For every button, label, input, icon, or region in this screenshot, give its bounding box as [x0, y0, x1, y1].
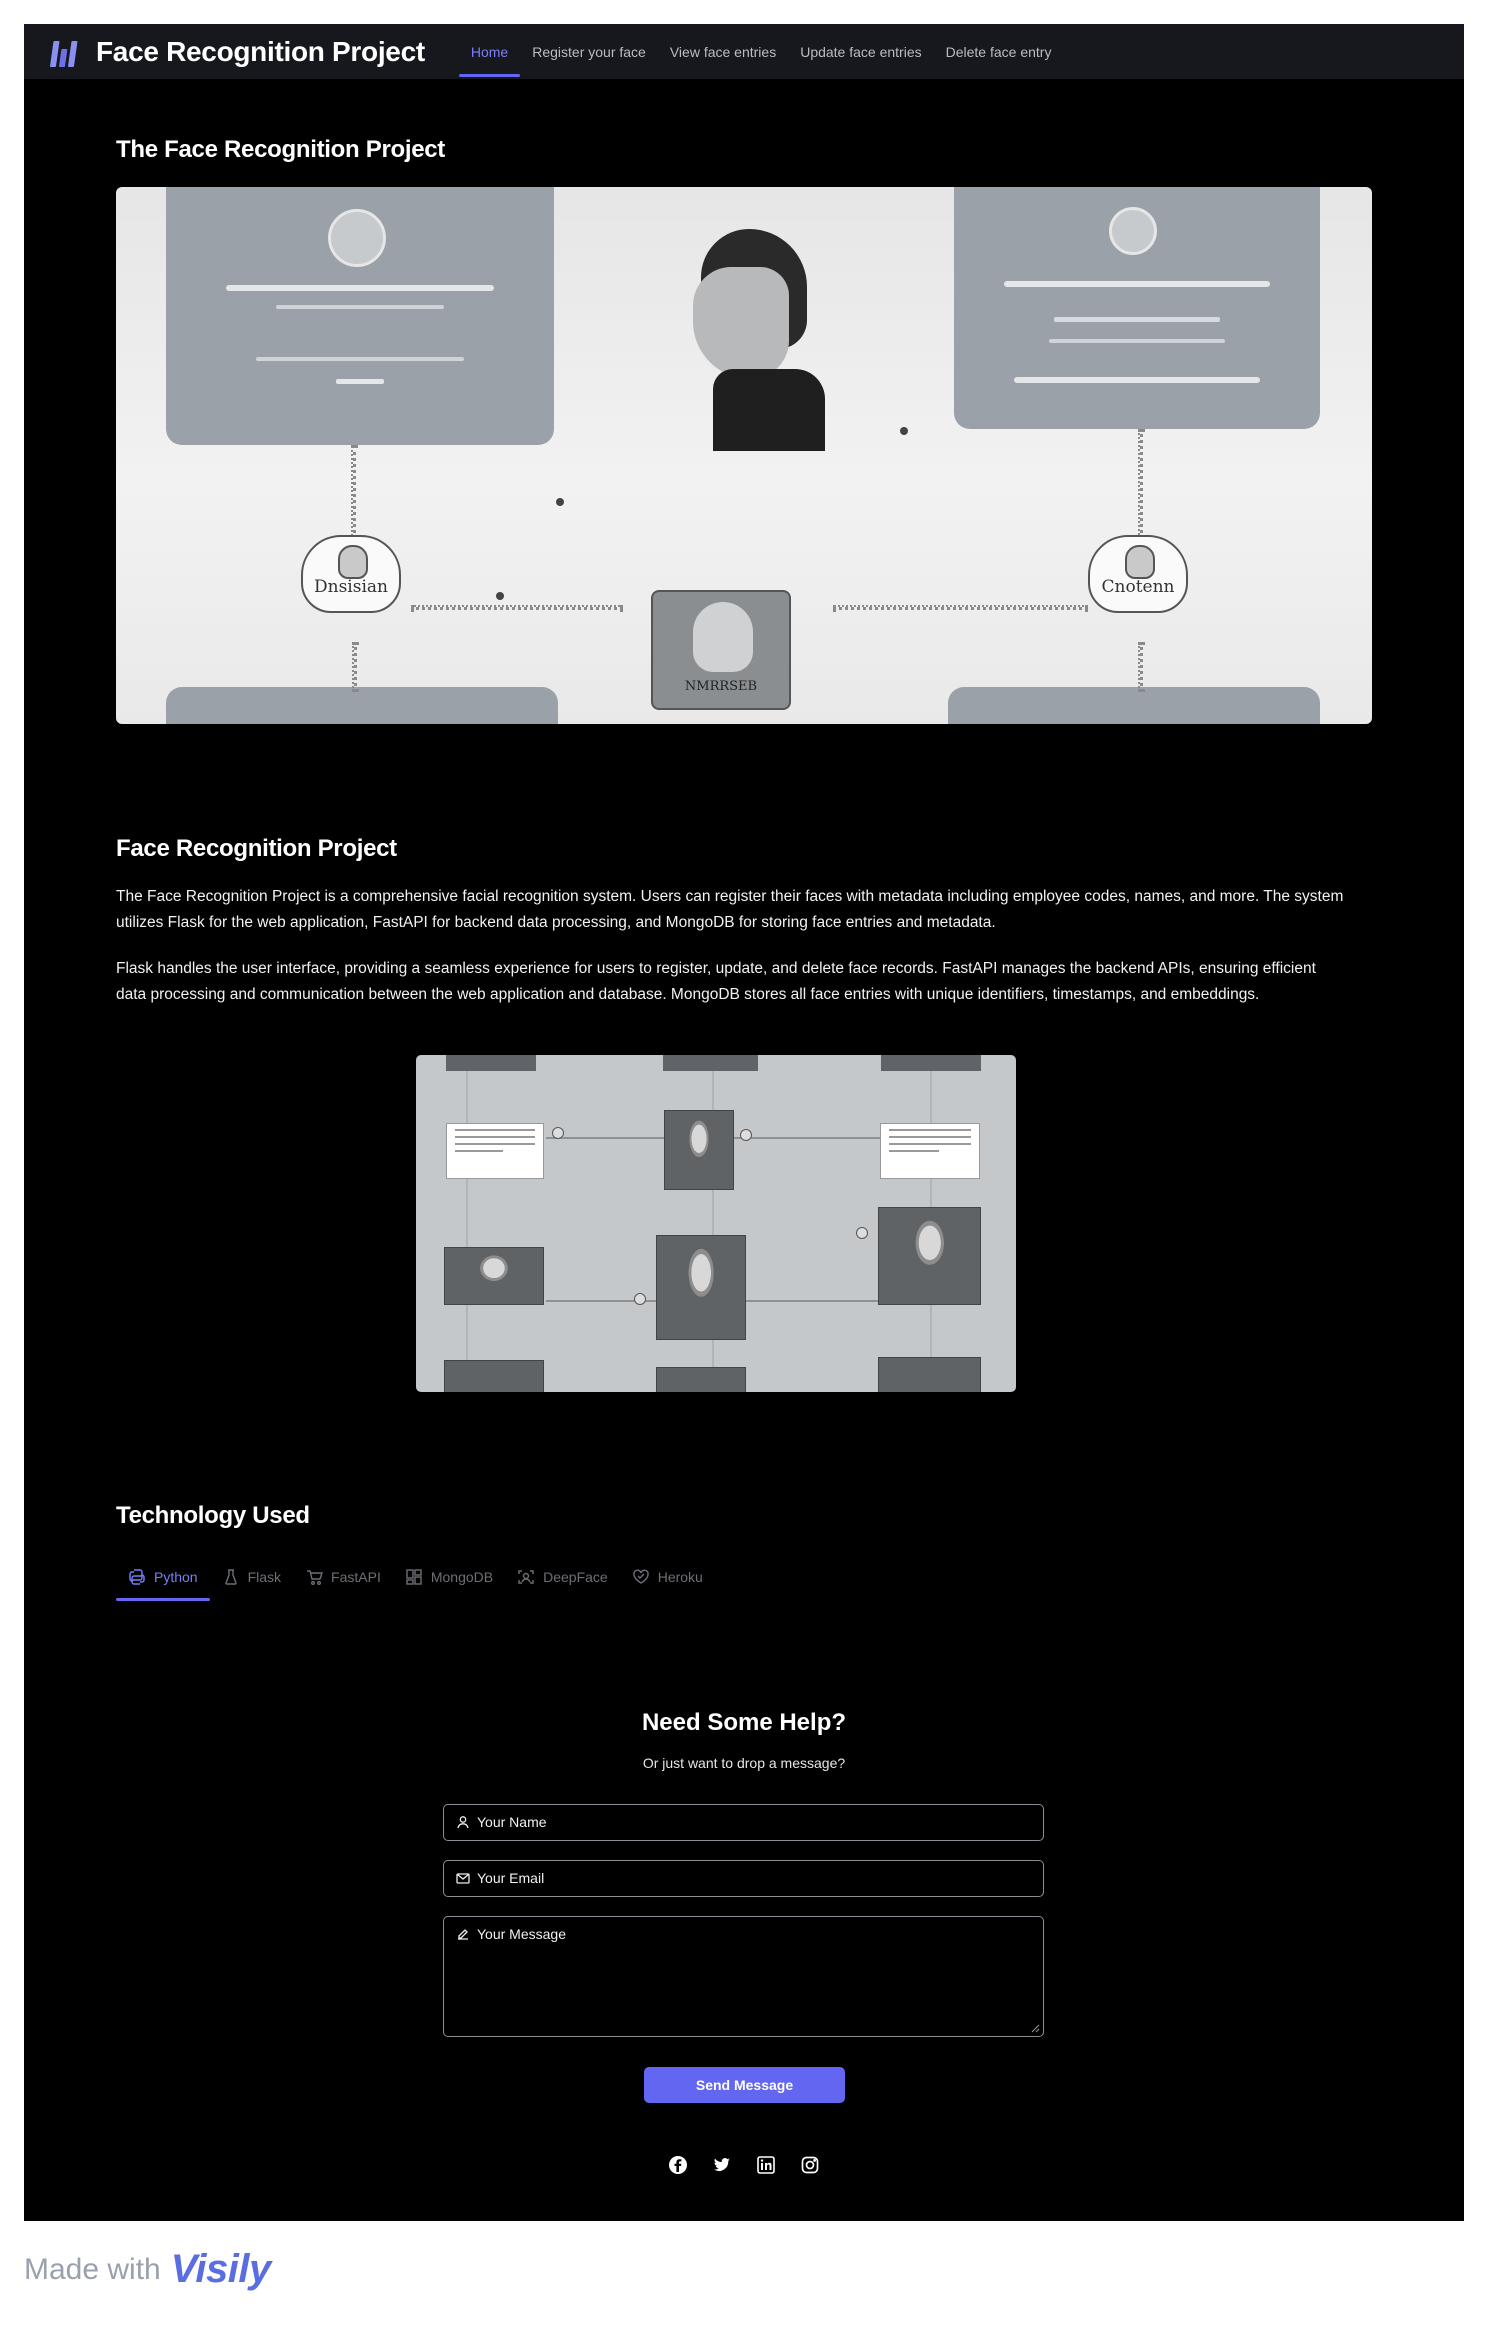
tech-title: Technology Used: [116, 1502, 310, 1529]
hero-card-right: [954, 187, 1320, 429]
message-placeholder: Your Message: [477, 1926, 566, 1942]
nav-link-view[interactable]: View face entries: [658, 24, 788, 79]
mongodb-icon: [405, 1568, 423, 1586]
name-placeholder: Your Name: [477, 1814, 547, 1830]
nav-link-register[interactable]: Register your face: [520, 24, 658, 79]
resize-handle-icon[interactable]: [1031, 2024, 1040, 2033]
portrait-illustration: [673, 229, 833, 451]
hero-node-left: Dnsisian: [301, 535, 401, 613]
python-icon: [128, 1568, 146, 1586]
message-field[interactable]: Your Message: [443, 1916, 1044, 2037]
hero-card-left: [166, 187, 554, 445]
deepface-icon: [517, 1568, 535, 1586]
email-placeholder: Your Email: [477, 1870, 545, 1886]
facebook-icon[interactable]: [668, 2155, 688, 2175]
top-navbar: Face Recognition Project Home Register y…: [24, 24, 1464, 79]
about-paragraph-1: The Face Recognition Project is a compre…: [116, 888, 1344, 931]
nav-link-delete[interactable]: Delete face entry: [934, 24, 1064, 79]
made-with-text: Made with: [24, 2252, 161, 2286]
nav-link-update[interactable]: Update face entries: [788, 24, 933, 79]
brand-title: Face Recognition Project: [96, 35, 425, 67]
architecture-diagram: [416, 1055, 1016, 1392]
tab-deepface[interactable]: DeepFace: [505, 1555, 620, 1599]
heroku-icon: [632, 1568, 650, 1586]
help-subtitle: Or just want to drop a message?: [642, 1755, 846, 1771]
nav-link-home[interactable]: Home: [458, 24, 521, 79]
page-frame: Face Recognition Project Home Register y…: [24, 24, 1464, 2221]
hero-illustration: Dnsisian Cnotenn NMRRSEB: [116, 187, 1372, 724]
made-with-badge[interactable]: Made with Visily: [24, 2247, 271, 2292]
brand[interactable]: Face Recognition Project: [49, 24, 425, 79]
tab-python[interactable]: Python: [116, 1555, 210, 1601]
hero-card-bottom-left: [166, 687, 558, 724]
fastapi-icon: [305, 1568, 324, 1586]
hero-node-right: Cnotenn: [1088, 535, 1188, 613]
email-field[interactable]: Your Email: [443, 1860, 1044, 1897]
mail-icon: [456, 1871, 470, 1885]
flask-icon: [222, 1568, 240, 1586]
about-title: Face Recognition Project: [116, 835, 397, 862]
linkedin-icon[interactable]: [756, 2155, 776, 2175]
tab-heroku[interactable]: Heroku: [620, 1555, 715, 1599]
name-field[interactable]: Your Name: [443, 1804, 1044, 1841]
logo-icon: [49, 37, 84, 67]
help-title: Need Some Help?: [641, 1709, 847, 1736]
message-edit-icon: [456, 1927, 470, 1941]
user-icon: [456, 1815, 470, 1829]
about-paragraph-2: Flask handles the user interface, provid…: [116, 960, 1316, 1003]
tech-tabs: Python Flask FastAPI MongoDB DeepFace He…: [116, 1555, 715, 1603]
hero-card-bottom-right: [948, 687, 1320, 724]
instagram-icon[interactable]: [800, 2155, 820, 2175]
tab-fastapi[interactable]: FastAPI: [293, 1555, 393, 1599]
social-links: [24, 2155, 1464, 2175]
send-message-button[interactable]: Send Message: [644, 2067, 845, 2103]
tab-flask[interactable]: Flask: [210, 1555, 293, 1599]
hero-title: The Face Recognition Project: [116, 136, 445, 163]
hero-center-badge: NMRRSEB: [651, 590, 791, 710]
twitter-icon[interactable]: [712, 2155, 732, 2175]
tab-mongodb[interactable]: MongoDB: [393, 1555, 505, 1599]
nav-links: Home Register your face View face entrie…: [458, 24, 1064, 79]
visily-logo: Visily: [170, 2247, 272, 2291]
